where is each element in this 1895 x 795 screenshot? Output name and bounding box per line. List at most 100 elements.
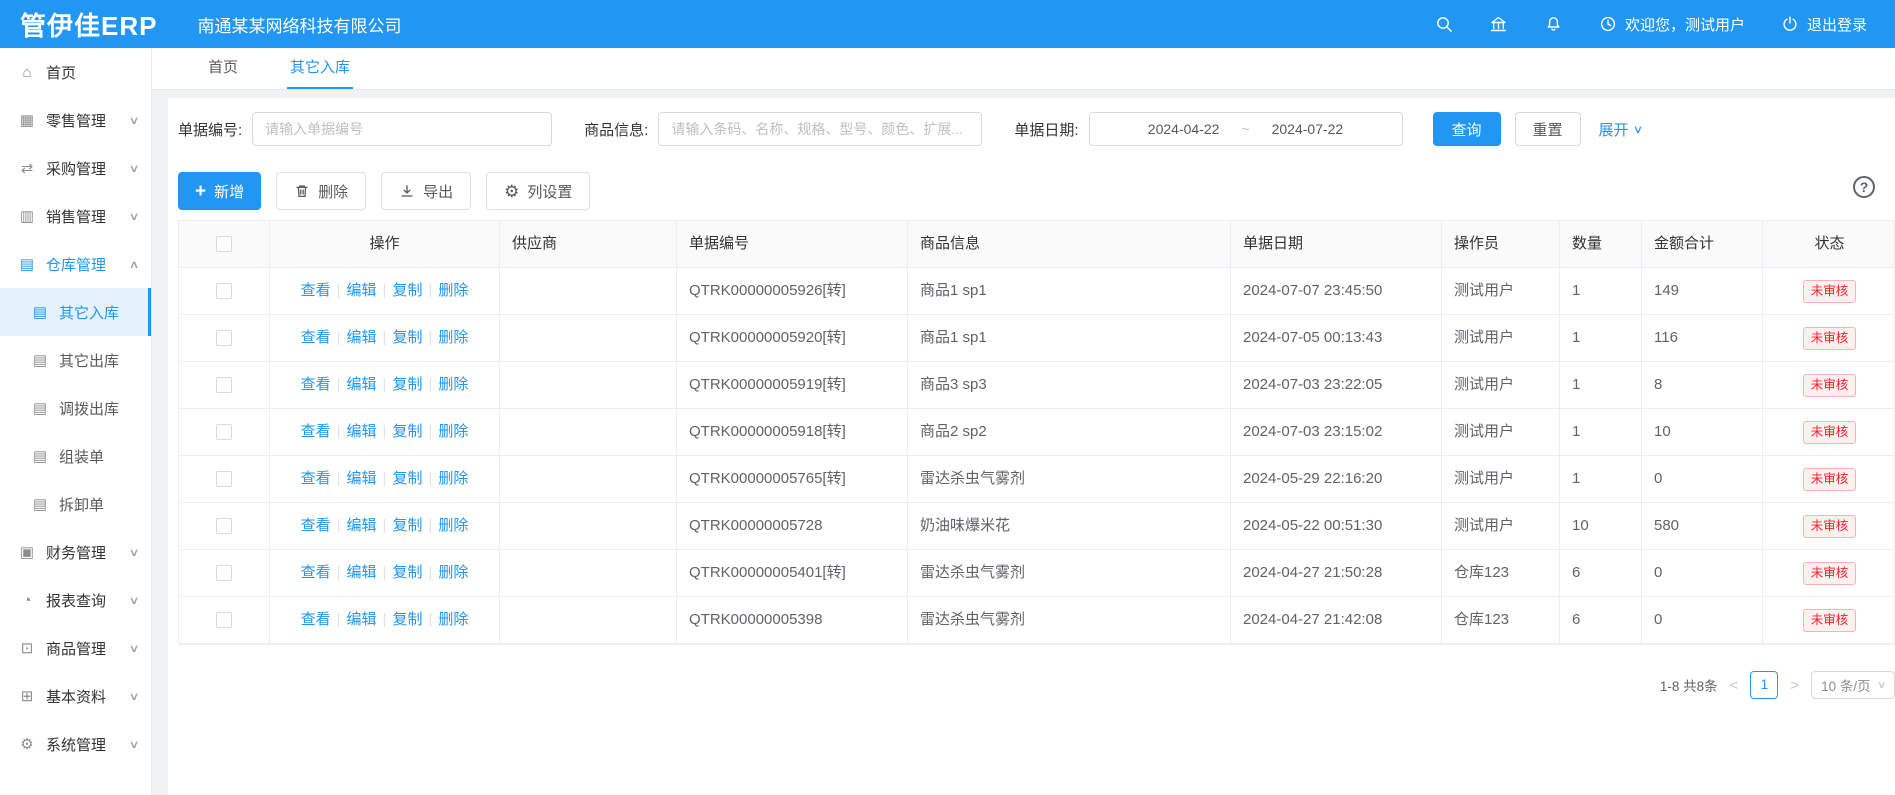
row-checkbox[interactable]	[216, 283, 232, 299]
amount-cell: 0	[1642, 456, 1763, 502]
view-link[interactable]: 查看	[301, 423, 331, 440]
sidebar-item-10[interactable]: ▣ 财务管理 ∨	[0, 528, 151, 576]
sidebar-item-0[interactable]: ⌂ 首页	[0, 48, 151, 96]
delete-link[interactable]: 删除	[438, 470, 468, 487]
sidebar-item-label: 采购管理	[46, 158, 130, 179]
search-button[interactable]: 查询	[1433, 112, 1501, 146]
column-settings-button[interactable]: ⚙ 列设置	[486, 172, 590, 210]
edit-link[interactable]: 编辑	[347, 517, 377, 534]
edit-link[interactable]: 编辑	[347, 423, 377, 440]
date-to[interactable]: 2024-07-22	[1272, 121, 1344, 137]
sidebar-item-11[interactable]: ◔ 报表查询 ∨	[0, 576, 151, 624]
delete-link[interactable]: 删除	[438, 517, 468, 534]
row-checkbox[interactable]	[216, 424, 232, 440]
copy-link[interactable]: 复制	[392, 517, 422, 534]
chevron-icon: ∨	[129, 738, 140, 751]
copy-link[interactable]: 复制	[392, 611, 422, 628]
view-link[interactable]: 查看	[301, 329, 331, 346]
sidebar-item-4[interactable]: ▤ 仓库管理 ∧	[0, 240, 151, 288]
row-checkbox[interactable]	[216, 330, 232, 346]
order-no-input[interactable]	[252, 112, 552, 146]
sidebar-item-12[interactable]: ⊡ 商品管理 ∨	[0, 624, 151, 672]
reset-button[interactable]: 重置	[1515, 112, 1581, 146]
sidebar-item-14[interactable]: ⚙ 系统管理 ∨	[0, 720, 151, 768]
copy-link[interactable]: 复制	[392, 423, 422, 440]
status-badge: 未审核	[1803, 280, 1857, 303]
view-link[interactable]: 查看	[301, 376, 331, 393]
edit-link[interactable]: 编辑	[347, 376, 377, 393]
delete-link[interactable]: 删除	[438, 564, 468, 581]
date-cell: 2024-07-03 23:15:02	[1231, 409, 1442, 455]
delete-link[interactable]: 删除	[438, 423, 468, 440]
copy-link[interactable]: 复制	[392, 564, 422, 581]
order-no-cell: QTRK00000005765[转]	[677, 456, 908, 502]
sidebar-item-9[interactable]: ▤ 拆卸单	[0, 480, 151, 528]
row-actions-cell: 查看|编辑|复制|删除	[270, 597, 500, 643]
sidebar-item-6[interactable]: ▤ 其它出库	[0, 336, 151, 384]
action-separator: |	[337, 329, 341, 346]
prev-page-icon[interactable]: <	[1730, 677, 1739, 694]
table-header-row: 操作 供应商 单据编号 商品信息 单据日期 操作员 数量 金额合计 状态	[179, 221, 1894, 268]
sidebar-item-13[interactable]: ⊞ 基本资料 ∨	[0, 672, 151, 720]
date-cell: 2024-05-29 22:16:20	[1231, 456, 1442, 502]
view-link[interactable]: 查看	[301, 611, 331, 628]
copy-link[interactable]: 复制	[392, 376, 422, 393]
row-checkbox[interactable]	[216, 565, 232, 581]
view-link[interactable]: 查看	[301, 282, 331, 299]
date-from[interactable]: 2024-04-22	[1148, 121, 1220, 137]
action-separator: |	[428, 282, 432, 299]
status-cell: 未审核	[1763, 550, 1895, 596]
copy-link[interactable]: 复制	[392, 470, 422, 487]
sidebar-item-7[interactable]: ▤ 调拨出库	[0, 384, 151, 432]
edit-link[interactable]: 编辑	[347, 611, 377, 628]
sidebar-item-8[interactable]: ▤ 组装单	[0, 432, 151, 480]
row-checkbox[interactable]	[216, 471, 232, 487]
row-checkbox[interactable]	[216, 518, 232, 534]
copy-link[interactable]: 复制	[392, 329, 422, 346]
supplier-cell	[500, 503, 677, 549]
product-cell: 商品2 sp2	[908, 409, 1231, 455]
delete-link[interactable]: 删除	[438, 611, 468, 628]
delete-link[interactable]: 删除	[438, 376, 468, 393]
bell-icon[interactable]	[1544, 15, 1563, 33]
row-checkbox[interactable]	[216, 377, 232, 393]
sidebar-item-5[interactable]: ▤ 其它入库	[0, 288, 151, 336]
select-all-checkbox[interactable]	[216, 236, 232, 252]
view-link[interactable]: 查看	[301, 564, 331, 581]
amount-cell: 149	[1642, 268, 1763, 314]
copy-link[interactable]: 复制	[392, 282, 422, 299]
edit-link[interactable]: 编辑	[347, 564, 377, 581]
delete-link[interactable]: 删除	[438, 329, 468, 346]
product-info-input[interactable]	[658, 112, 982, 146]
purchase-icon: ⇄	[18, 159, 36, 177]
status-badge: 未审核	[1803, 515, 1857, 538]
pagination: 1-8 共8条 < 1 > 10 条/页 ∨	[178, 671, 1895, 699]
tab-other-inbound[interactable]: 其它入库	[287, 48, 353, 89]
action-separator: |	[428, 423, 432, 440]
delete-link[interactable]: 删除	[438, 282, 468, 299]
add-button[interactable]: + 新增	[178, 172, 261, 210]
export-button[interactable]: 导出	[381, 172, 471, 210]
row-checkbox[interactable]	[216, 612, 232, 628]
page-number-button[interactable]: 1	[1750, 671, 1778, 699]
edit-link[interactable]: 编辑	[347, 282, 377, 299]
next-page-icon[interactable]: >	[1790, 677, 1799, 694]
tab-home[interactable]: 首页	[205, 48, 241, 89]
sidebar-item-3[interactable]: ▥ 销售管理 ∨	[0, 192, 151, 240]
toolbar: + 新增 删除 导出 ⚙ 列设置	[178, 172, 1895, 210]
date-range-picker[interactable]: 2024-04-22 ~ 2024-07-22	[1089, 112, 1403, 146]
search-icon[interactable]	[1435, 15, 1453, 33]
page-size-select[interactable]: 10 条/页 ∨	[1811, 671, 1895, 699]
view-link[interactable]: 查看	[301, 470, 331, 487]
view-link[interactable]: 查看	[301, 517, 331, 534]
sidebar-item-1[interactable]: ▦ 零售管理 ∨	[0, 96, 151, 144]
sidebar-item-2[interactable]: ⇄ 采购管理 ∨	[0, 144, 151, 192]
action-separator: |	[337, 611, 341, 628]
bank-icon[interactable]	[1489, 15, 1508, 33]
edit-link[interactable]: 编辑	[347, 470, 377, 487]
delete-button[interactable]: 删除	[276, 172, 366, 210]
edit-link[interactable]: 编辑	[347, 329, 377, 346]
expand-link[interactable]: 展开 ∨	[1599, 119, 1642, 140]
help-icon[interactable]: ?	[1853, 176, 1875, 198]
logout-button[interactable]: 退出登录	[1781, 14, 1867, 35]
